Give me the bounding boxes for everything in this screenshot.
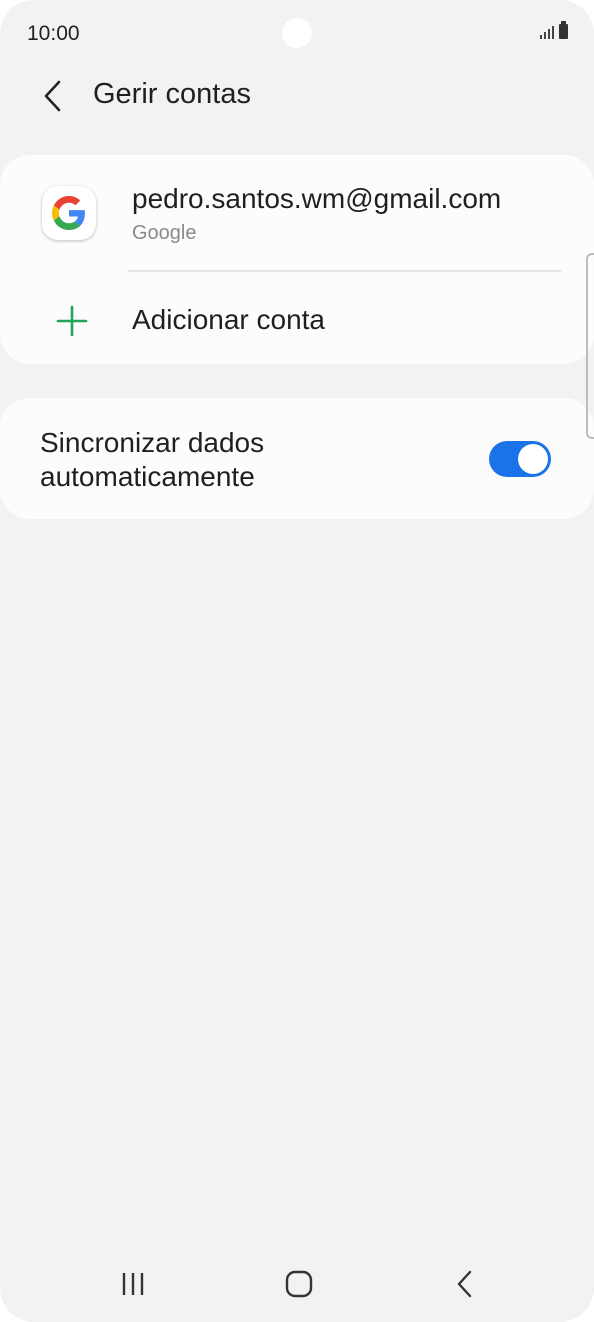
phone-screen: 10:00 Gerir contas pedro.santos.wm@gmail… — [0, 0, 594, 1322]
sync-toggle[interactable] — [489, 441, 551, 477]
plus-icon — [56, 305, 88, 337]
back-button[interactable] — [32, 76, 72, 116]
add-account-label: Adicionar conta — [132, 304, 326, 335]
signal-icon — [540, 25, 554, 39]
nav-back-button[interactable] — [435, 1262, 495, 1306]
home-button[interactable] — [269, 1262, 329, 1306]
recents-icon — [122, 1273, 144, 1295]
camera-cutout — [282, 18, 312, 48]
status-time: 10:00 — [27, 22, 80, 45]
account-type: Google — [132, 222, 197, 244]
recents-button[interactable] — [103, 1262, 163, 1306]
chevron-left-icon — [44, 80, 61, 112]
toggle-knob — [518, 444, 548, 474]
scroll-indicator[interactable] — [586, 253, 594, 439]
back-icon — [457, 1270, 472, 1298]
page-title: Gerir contas — [93, 78, 251, 110]
home-icon — [285, 1270, 313, 1298]
sync-label: Sincronizar dados automaticamente — [40, 427, 265, 492]
account-email: pedro.santos.wm@gmail.com — [132, 183, 502, 214]
battery-icon — [559, 21, 568, 39]
status-icons — [540, 21, 568, 39]
